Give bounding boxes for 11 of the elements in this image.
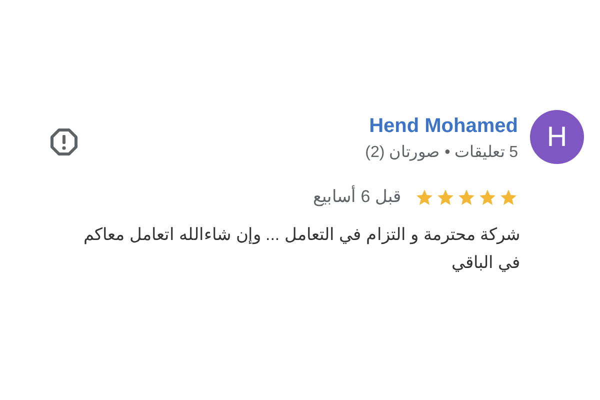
avatar: H: [530, 110, 584, 164]
star-icon: [457, 188, 476, 206]
author-meta: 5 تعليقات • صورتان (2): [365, 143, 518, 163]
star-icon: [499, 188, 518, 206]
author-name[interactable]: Hend Mohamed: [369, 111, 518, 141]
review-time: قبل 6 أسابيع: [313, 185, 401, 208]
review-text: شركة محترمة و التزام في التعامل ... وإن شاءالله اتعامل معاكم في الباقي: [82, 224, 520, 274]
star-icon: [478, 188, 497, 206]
star-icon: [415, 188, 434, 206]
report-icon[interactable]: [50, 128, 78, 156]
star-icon: [436, 188, 455, 206]
